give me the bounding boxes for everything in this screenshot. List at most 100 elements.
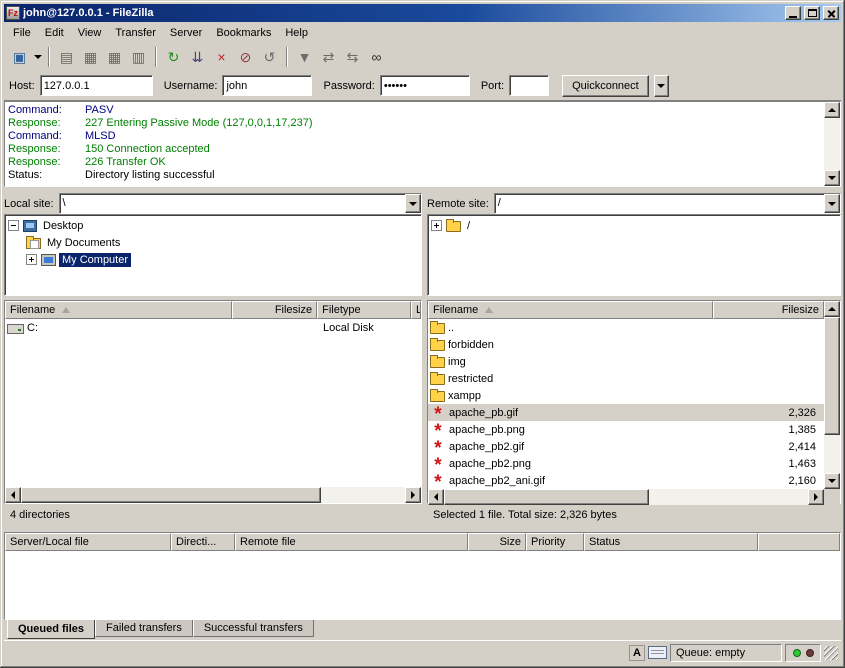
cancel-icon[interactable]: × — [210, 46, 233, 68]
tab-queued-files[interactable]: Queued files — [7, 620, 95, 639]
remote-file-row[interactable]: img — [428, 353, 824, 370]
menu-file[interactable]: File — [6, 24, 38, 42]
remote-file-row[interactable]: apache_pb.png 1,385 — [428, 421, 824, 438]
local-file-row[interactable]: C: Local Disk — [5, 319, 421, 336]
chevron-down-icon[interactable] — [824, 194, 840, 213]
column-header-size[interactable]: Size — [468, 533, 526, 551]
site-manager-dropdown[interactable] — [32, 46, 43, 68]
remote-file-row[interactable]: apache_pb2_ani.gif 2,160 — [428, 472, 824, 489]
column-header-filesize[interactable]: Filesize — [232, 301, 317, 319]
filezilla-app-icon[interactable]: Fz — [6, 6, 20, 20]
collapse-icon[interactable] — [8, 220, 19, 231]
sync-browsing-icon[interactable]: ⇆ — [341, 46, 364, 68]
close-button[interactable] — [823, 6, 839, 20]
quickconnect-dropdown[interactable] — [654, 75, 669, 97]
host-input[interactable] — [41, 76, 152, 95]
column-header-server-local-file[interactable]: Server/Local file — [5, 533, 171, 551]
compare-icon[interactable]: ⇄ — [317, 46, 340, 68]
chevron-down-icon[interactable] — [405, 194, 421, 213]
port-label: Port: — [481, 80, 504, 92]
remote-list-hscrollbar[interactable] — [428, 489, 824, 505]
scroll-right-arrow[interactable] — [808, 489, 824, 505]
maximize-button[interactable] — [804, 6, 820, 20]
activity-led-panel — [785, 644, 821, 662]
quickconnect-button[interactable]: Quickconnect — [562, 75, 649, 97]
site-manager-icon[interactable]: ▣ — [8, 46, 31, 68]
column-header-remote-file[interactable]: Remote file — [235, 533, 468, 551]
remote-list-rows: .. forbidden img restricted — [428, 319, 824, 489]
menu-help[interactable]: Help — [278, 24, 315, 42]
scroll-left-arrow[interactable] — [428, 489, 444, 505]
menu-transfer[interactable]: Transfer — [108, 24, 163, 42]
tab-successful-transfers[interactable]: Successful transfers — [193, 620, 314, 637]
remote-file-row[interactable]: xampp — [428, 387, 824, 404]
scrollbar-thumb[interactable] — [824, 317, 840, 435]
log-scrollbar[interactable] — [824, 102, 840, 186]
folder-icon — [430, 374, 445, 385]
remote-file-row[interactable]: restricted — [428, 370, 824, 387]
scroll-left-arrow[interactable] — [5, 487, 21, 503]
column-header-status[interactable]: Status — [584, 533, 758, 551]
scrollbar-thumb[interactable] — [444, 489, 649, 505]
keyboard-icon[interactable] — [648, 646, 667, 659]
disconnect-icon[interactable]: ⊘ — [234, 46, 257, 68]
column-header-filename[interactable]: Filename — [5, 301, 232, 319]
username-input[interactable] — [223, 76, 311, 95]
broken-image-icon — [430, 456, 446, 471]
filter-icon[interactable]: ▼ — [293, 46, 316, 68]
tree-item-root[interactable]: / — [428, 217, 840, 234]
toolbar-separator — [155, 47, 157, 67]
tab-failed-transfers[interactable]: Failed transfers — [95, 620, 193, 637]
local-list-header: Filename Filesize Filetype L — [5, 301, 421, 319]
scroll-down-arrow[interactable] — [824, 170, 840, 186]
toggle-queue-icon[interactable]: ▥ — [127, 46, 150, 68]
remote-file-row[interactable]: apache_pb2.png 1,463 — [428, 455, 824, 472]
my-documents-icon — [26, 238, 41, 249]
password-input[interactable] — [381, 76, 469, 95]
remote-file-row[interactable]: .. — [428, 319, 824, 336]
column-header-filetype[interactable]: Filetype — [317, 301, 411, 319]
refresh-icon[interactable]: ↻ — [162, 46, 185, 68]
remote-list-vscrollbar[interactable] — [824, 301, 840, 489]
toggle-log-icon[interactable]: ▤ — [55, 46, 78, 68]
menu-edit[interactable]: Edit — [38, 24, 71, 42]
remote-file-row[interactable]: forbidden — [428, 336, 824, 353]
local-site-combo[interactable]: \ — [59, 193, 422, 214]
minimize-button[interactable] — [785, 6, 801, 20]
column-header-last-modified[interactable]: L — [411, 301, 421, 319]
scroll-down-arrow[interactable] — [824, 473, 840, 489]
local-list-hscrollbar[interactable] — [5, 487, 421, 503]
menu-server[interactable]: Server — [163, 24, 209, 42]
scrollbar-corner — [824, 489, 840, 505]
scroll-right-arrow[interactable] — [405, 487, 421, 503]
remote-file-row-selected[interactable]: apache_pb.gif 2,326 — [428, 404, 824, 421]
scroll-up-arrow[interactable] — [824, 102, 840, 118]
resize-grip[interactable] — [824, 646, 838, 660]
toggle-local-tree-icon[interactable]: ▦ — [79, 46, 102, 68]
column-header-direction[interactable]: Directi... — [171, 533, 235, 551]
column-header-filename[interactable]: Filename — [428, 301, 713, 319]
scrollbar-thumb[interactable] — [21, 487, 321, 503]
port-input[interactable] — [510, 76, 548, 95]
queue-rows — [5, 551, 840, 619]
remote-site-combo[interactable]: / — [494, 193, 841, 214]
expand-icon[interactable] — [431, 220, 442, 231]
menu-bookmarks[interactable]: Bookmarks — [209, 24, 278, 42]
process-queue-icon[interactable]: ⇊ — [186, 46, 209, 68]
remote-list-header: Filename Filesize — [428, 301, 824, 319]
reconnect-icon[interactable]: ↺ — [258, 46, 281, 68]
column-header-priority[interactable]: Priority — [526, 533, 584, 551]
tree-item-my-documents[interactable]: My Documents — [5, 234, 421, 251]
column-header-filesize[interactable]: Filesize — [713, 301, 824, 319]
scroll-up-arrow[interactable] — [824, 301, 840, 317]
menu-view[interactable]: View — [71, 24, 109, 42]
expand-icon[interactable] — [26, 254, 37, 265]
folder-icon — [446, 221, 461, 232]
find-icon[interactable]: ∞ — [365, 46, 388, 68]
language-indicator-icon[interactable]: A — [629, 645, 645, 661]
tree-item-my-computer[interactable]: My Computer — [5, 251, 421, 268]
toggle-remote-tree-icon[interactable]: ▦ — [103, 46, 126, 68]
remote-file-row[interactable]: apache_pb2.gif 2,414 — [428, 438, 824, 455]
tree-item-desktop[interactable]: Desktop — [5, 217, 421, 234]
title-bar[interactable]: Fz john@127.0.0.1 - FileZilla — [4, 4, 841, 22]
